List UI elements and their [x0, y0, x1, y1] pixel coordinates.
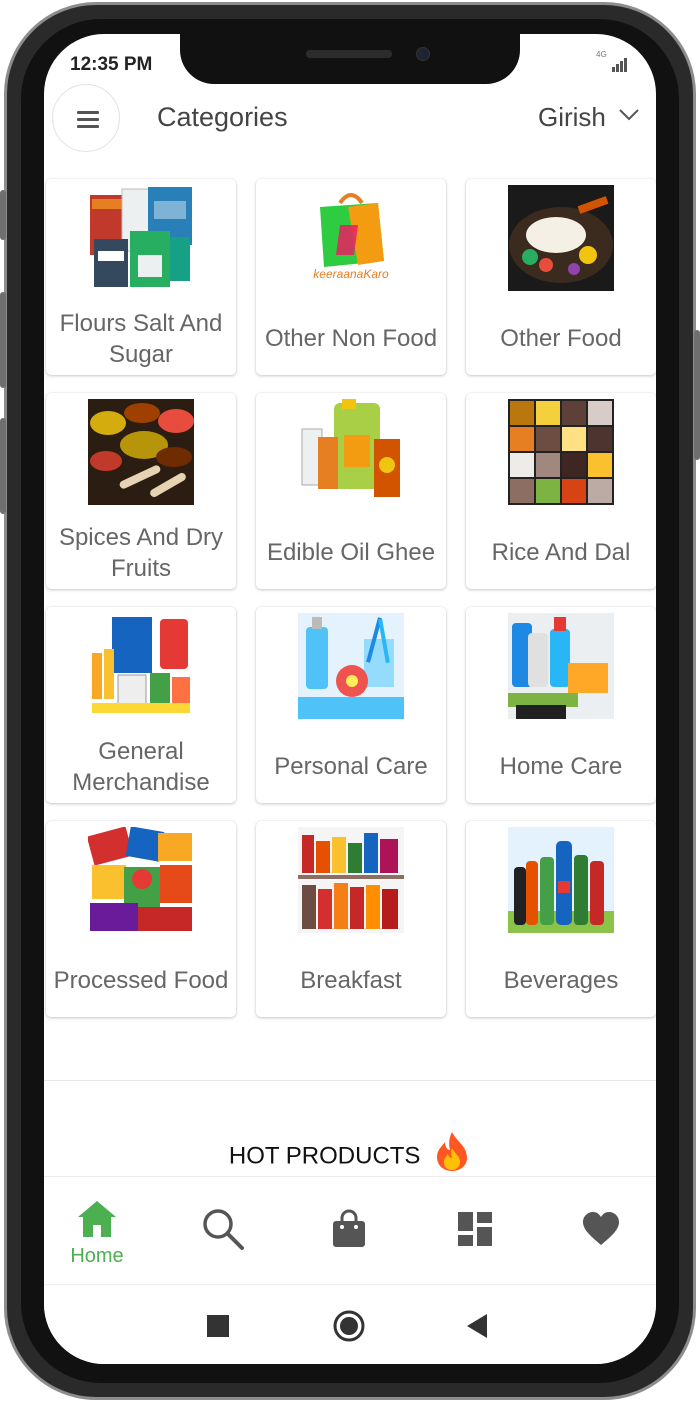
user-selector[interactable]: Girish — [538, 102, 606, 133]
category-card-edible-oil-ghee[interactable]: Edible Oil Ghee — [256, 393, 446, 589]
grains-pulses-image — [508, 399, 614, 505]
shopping-bag-icon — [333, 1209, 365, 1247]
app-header: Categories Girish — [44, 84, 656, 174]
category-card-rice-dal[interactable]: Rice And Dal — [466, 393, 656, 589]
spices-image — [88, 399, 194, 505]
network-type: 4G — [596, 50, 607, 59]
category-card-flours-salt-sugar[interactable]: Flours Salt And Sugar — [46, 179, 236, 375]
chevron-down-icon[interactable] — [618, 108, 640, 122]
speaker-grille — [306, 50, 392, 58]
menu-button[interactable] — [52, 84, 120, 152]
category-label: Beverages — [503, 967, 619, 994]
stationery-image — [88, 613, 194, 719]
nav-home[interactable]: Home — [47, 1177, 147, 1277]
category-label: Home Care — [499, 753, 623, 780]
app-screen: 12:35 PM 4G Categories Girish Flours Sal… — [44, 34, 656, 1364]
category-label: Spices And Dry Fruits — [58, 524, 224, 582]
cleaning-supplies-image — [508, 613, 614, 719]
category-card-general-merchandise[interactable]: General Merchandise — [46, 607, 236, 803]
side-button — [0, 418, 6, 514]
side-button — [694, 330, 700, 460]
notch — [180, 34, 520, 84]
nav-categories[interactable] — [425, 1177, 525, 1277]
status-time: 12:35 PM — [70, 54, 153, 75]
category-label: Flours Salt And Sugar — [59, 310, 223, 368]
fire-icon — [437, 1132, 468, 1171]
signal-icon: 4G — [590, 50, 630, 74]
category-label: Rice And Dal — [491, 539, 631, 566]
side-button — [0, 190, 6, 240]
oil-can-image — [298, 399, 404, 505]
category-label: Personal Care — [274, 753, 428, 780]
category-card-beverages[interactable]: Beverages — [466, 821, 656, 1017]
toiletries-image — [298, 613, 404, 719]
category-card-home-care[interactable]: Home Care — [466, 607, 656, 803]
category-label: Other Food — [500, 325, 622, 352]
hot-products-heading: HOT PRODUCTS — [44, 1132, 656, 1172]
pantry-shelf-image — [298, 827, 404, 933]
section-divider — [44, 1080, 656, 1081]
category-label: Edible Oil Ghee — [266, 539, 436, 566]
heart-icon — [583, 1212, 619, 1245]
logo-wordmark: keeraanaKaro — [313, 267, 389, 281]
flour-salt-sugar-image — [88, 185, 194, 291]
nav-home-label: Home — [70, 1245, 124, 1267]
category-card-other-food[interactable]: Other Food — [466, 179, 656, 375]
side-button — [0, 292, 6, 388]
search-icon — [203, 1209, 244, 1250]
category-card-processed-food[interactable]: Processed Food — [46, 821, 236, 1017]
page-title: Categories — [157, 102, 288, 132]
back-triangle-icon[interactable] — [467, 1314, 489, 1338]
category-label: Processed Food — [53, 967, 229, 994]
recent-apps-icon[interactable] — [207, 1315, 229, 1337]
front-camera — [416, 47, 430, 61]
bottom-nav: Home — [44, 1176, 656, 1285]
category-label: Breakfast — [300, 967, 402, 994]
categories-grid-icon — [458, 1212, 492, 1246]
nav-wishlist[interactable] — [551, 1177, 651, 1277]
category-label: Other Non Food — [264, 325, 438, 352]
soda-bottles-image — [508, 827, 614, 933]
category-label: General Merchandise — [72, 738, 210, 796]
food-platter-image — [508, 185, 614, 291]
nav-search[interactable] — [173, 1177, 273, 1277]
category-card-breakfast[interactable]: Breakfast — [256, 821, 446, 1017]
category-card-spices-dry-fruits[interactable]: Spices And Dry Fruits — [46, 393, 236, 589]
nav-cart[interactable] — [299, 1177, 399, 1277]
home-icon — [78, 1201, 116, 1237]
hot-products-label: HOT PRODUCTS — [228, 1142, 421, 1170]
snacks-image — [88, 827, 194, 933]
menu-icon — [77, 111, 99, 114]
category-card-other-non-food[interactable]: keeraanaKaro Other Non Food — [256, 179, 446, 375]
home-circle-icon[interactable] — [333, 1310, 365, 1342]
system-navigation-bar — [44, 1284, 656, 1364]
category-card-personal-care[interactable]: Personal Care — [256, 607, 446, 803]
